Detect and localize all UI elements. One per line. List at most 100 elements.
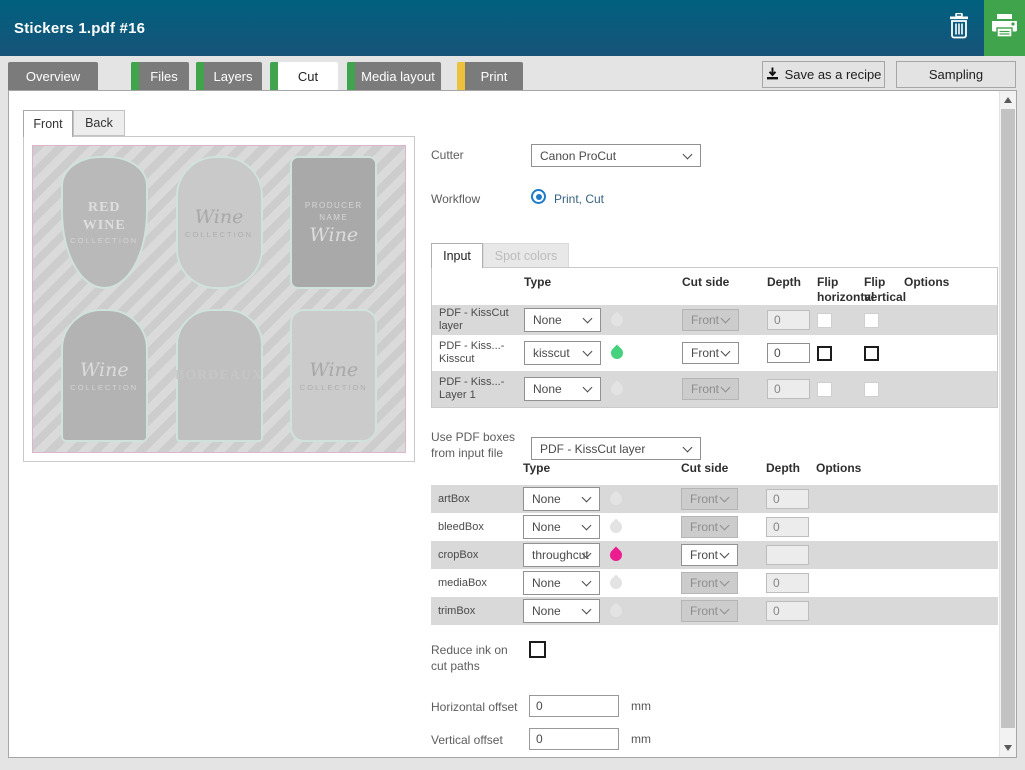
flip-horizontal-checkbox bbox=[817, 313, 832, 328]
print-button[interactable] bbox=[984, 0, 1025, 56]
depth-input bbox=[766, 601, 809, 621]
front-tab-label: Front bbox=[33, 117, 62, 131]
horizontal-offset-input[interactable] bbox=[529, 695, 619, 717]
sticker-wine-collection: Wine COLLECTION bbox=[176, 156, 263, 289]
pdf-boxes-value: PDF - KissCut layer bbox=[540, 442, 645, 456]
type-select[interactable]: kisscut bbox=[524, 341, 601, 365]
table-row-kisscut: PDF - Kiss...- Kisscut kisscut Front bbox=[432, 335, 997, 371]
workflow-label: Workflow bbox=[431, 191, 480, 207]
table-row-bleedbox: bleedBox None Front bbox=[431, 513, 998, 541]
sticker-text: COLLECTION bbox=[70, 383, 138, 392]
vertical-offset-unit: mm bbox=[631, 732, 651, 746]
flip-horizontal-checkbox bbox=[817, 382, 832, 397]
tab-cut[interactable]: Cut bbox=[270, 62, 338, 90]
type-select[interactable]: None bbox=[523, 571, 600, 595]
tab-files[interactable]: Files bbox=[131, 62, 189, 90]
cutter-value: Canon ProCut bbox=[540, 149, 616, 163]
col-depth: Depth bbox=[766, 461, 816, 476]
table-row-layer-1: PDF - Kiss...- Layer 1 None Front bbox=[432, 371, 997, 407]
workflow-radio-print-cut[interactable] bbox=[531, 189, 546, 204]
sticker-bordeaux: BORDEAUX bbox=[176, 309, 263, 442]
type-select[interactable]: throughcut bbox=[523, 543, 600, 567]
tab-print[interactable]: Print bbox=[457, 62, 523, 90]
depth-input bbox=[766, 489, 809, 509]
table-row-kisscut-layer: PDF - KissCut layer None Front bbox=[432, 305, 997, 335]
scrollbar-thumb[interactable] bbox=[1001, 109, 1015, 728]
table-row-trimbox: trimBox None Front bbox=[431, 597, 998, 625]
cut-side-select: Front bbox=[681, 572, 738, 594]
preview-row-top: RED WINE COLLECTION Wine COLLECTION PROD… bbox=[33, 146, 405, 299]
pdf-boxes-select[interactable]: PDF - KissCut layer bbox=[531, 437, 701, 460]
col-cut-side: Cut side bbox=[681, 461, 766, 476]
sticker-text: Wine bbox=[309, 360, 358, 380]
status-indicator-yellow bbox=[457, 62, 465, 90]
trash-icon bbox=[948, 13, 970, 44]
sticker-text: WINE bbox=[83, 218, 126, 233]
horizontal-offset-label: Horizontal offset bbox=[431, 699, 518, 715]
cut-color-droplet-icon bbox=[609, 345, 626, 362]
save-as-recipe-label: Save as a recipe bbox=[785, 67, 882, 82]
scroll-up-arrow-icon[interactable] bbox=[1004, 97, 1012, 103]
sticker-text: Wine bbox=[309, 225, 358, 245]
input-tab-label: Input bbox=[443, 249, 471, 263]
type-select[interactable]: None bbox=[523, 487, 600, 511]
col-options: Options bbox=[904, 275, 997, 290]
cut-settings-panel: Front Back RED WINE COLLECTION Wine COLL… bbox=[8, 90, 1017, 758]
tab-spot-colors[interactable]: Spot colors bbox=[483, 243, 569, 268]
cut-side-select: Front bbox=[681, 600, 738, 622]
cutter-label: Cutter bbox=[431, 147, 464, 163]
sticker-wine-grapes: Wine COLLECTION bbox=[61, 309, 148, 442]
tab-overview[interactable]: Overview bbox=[8, 62, 98, 90]
save-as-recipe-button[interactable]: Save as a recipe bbox=[762, 61, 885, 88]
cut-color-droplet-icon bbox=[608, 603, 625, 620]
depth-input[interactable] bbox=[767, 343, 810, 363]
row-label: artBox bbox=[431, 485, 523, 513]
vertical-scrollbar[interactable] bbox=[999, 91, 1016, 757]
tab-layers[interactable]: Layers bbox=[196, 62, 262, 90]
printer-icon bbox=[991, 14, 1018, 43]
cut-side-select: Front bbox=[682, 378, 739, 400]
col-depth: Depth bbox=[767, 275, 817, 290]
sticker-text: Wine bbox=[80, 360, 129, 380]
type-select[interactable]: None bbox=[523, 599, 600, 623]
cutter-select[interactable]: Canon ProCut bbox=[531, 144, 701, 167]
tab-label: Files bbox=[139, 62, 189, 90]
workflow-value: Print, Cut bbox=[554, 191, 604, 207]
sticker-text: COLLECTION bbox=[300, 383, 368, 392]
sticker-wine-round: Wine COLLECTION bbox=[290, 309, 377, 442]
type-select[interactable]: None bbox=[523, 515, 600, 539]
table-header: Type Cut side Depth Fliphorizontal Flipv… bbox=[432, 268, 997, 305]
delete-job-button[interactable] bbox=[937, 0, 981, 56]
preview-tab-front[interactable]: Front bbox=[23, 110, 73, 137]
sticker-text: BORDEAUX bbox=[175, 368, 263, 383]
title-bar: Stickers 1.pdf #16 bbox=[0, 0, 1025, 56]
flip-vertical-checkbox bbox=[864, 382, 879, 397]
tab-media-layout[interactable]: Media layout bbox=[347, 62, 441, 90]
type-select[interactable]: None bbox=[524, 308, 601, 332]
tab-input[interactable]: Input bbox=[431, 243, 483, 268]
flip-horizontal-checkbox[interactable] bbox=[817, 346, 832, 361]
sampling-button[interactable]: Sampling bbox=[896, 61, 1016, 88]
row-label: mediaBox bbox=[431, 569, 523, 597]
col-flip-horizontal: Fliphorizontal bbox=[817, 275, 864, 305]
row-label: PDF - Kiss...- Layer 1 bbox=[432, 371, 524, 407]
status-indicator-green bbox=[347, 62, 355, 90]
depth-input[interactable] bbox=[766, 545, 809, 565]
col-options: Options bbox=[816, 461, 998, 476]
sampling-label: Sampling bbox=[929, 67, 983, 82]
preview-tab-back[interactable]: Back bbox=[73, 110, 125, 136]
sticker-text: COLLECTION bbox=[70, 236, 138, 245]
type-select[interactable]: None bbox=[524, 377, 601, 401]
cut-color-droplet-icon bbox=[608, 491, 625, 508]
reduce-ink-checkbox[interactable] bbox=[529, 641, 546, 658]
table-row-cropbox: cropBox throughcut Front bbox=[431, 541, 998, 569]
flip-vertical-checkbox bbox=[864, 313, 879, 328]
sticker-text: NAME bbox=[319, 213, 348, 222]
vertical-offset-input[interactable] bbox=[529, 728, 619, 750]
scroll-down-arrow-icon[interactable] bbox=[1004, 745, 1012, 751]
cut-side-select[interactable]: Front bbox=[682, 342, 739, 364]
cut-side-select[interactable]: Front bbox=[681, 544, 738, 566]
cut-side-select: Front bbox=[682, 309, 739, 331]
cut-color-droplet-icon bbox=[608, 575, 625, 592]
flip-vertical-checkbox[interactable] bbox=[864, 346, 879, 361]
